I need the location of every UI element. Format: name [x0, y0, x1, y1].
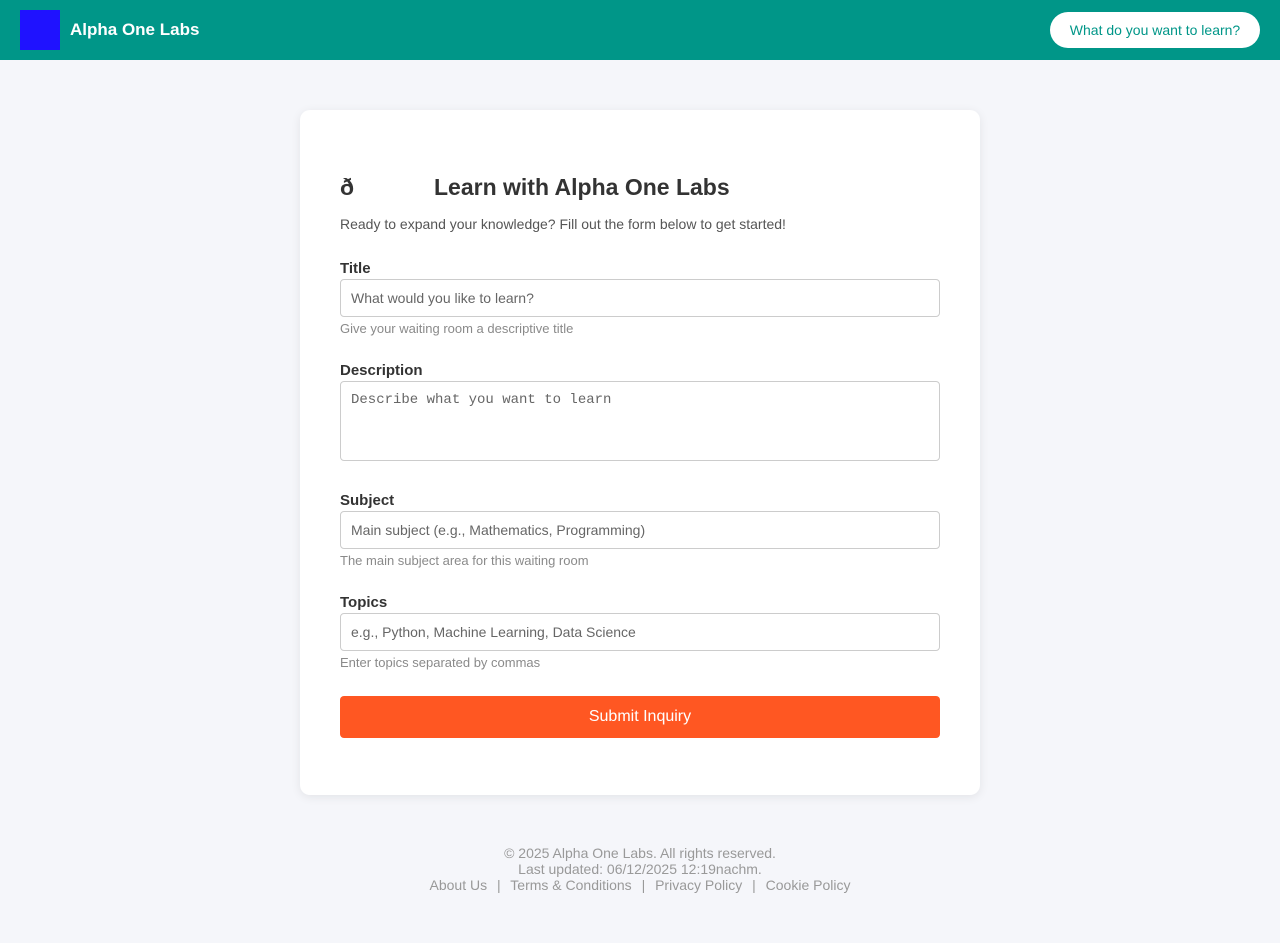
last-updated-text: Last updated: 06/12/2025 12:19nachm.: [518, 861, 762, 877]
brand-name[interactable]: Alpha One Labs: [70, 20, 199, 40]
subject-input[interactable]: [340, 511, 940, 549]
footer: © 2025 Alpha One Labs. All rights reserv…: [0, 845, 1280, 893]
about-us-link[interactable]: About Us: [430, 877, 488, 893]
brand[interactable]: Alpha One Labs: [20, 10, 199, 50]
topics-label: Topics: [340, 594, 388, 611]
copyright-text: © 2025 Alpha One Labs. All rights reserv…: [504, 845, 776, 861]
form-title: Learn with Alpha One Labs: [434, 173, 730, 200]
footer-separator: |: [752, 877, 756, 893]
title-label: Title: [340, 260, 371, 277]
cookie-policy-link[interactable]: Cookie Policy: [766, 877, 851, 893]
description-field-group: Description: [340, 362, 940, 466]
title-input[interactable]: [340, 279, 940, 317]
topics-field-group: Topics Enter topics separated by commas: [340, 594, 940, 671]
what-to-learn-button[interactable]: What do you want to learn?: [1050, 12, 1260, 48]
description-label: Description: [340, 362, 423, 379]
submit-inquiry-button[interactable]: Submit Inquiry: [340, 696, 940, 738]
form-subtitle: Ready to expand your knowledge? Fill out…: [340, 216, 786, 232]
footer-separator: |: [641, 877, 646, 893]
book-icon: ð: [340, 173, 355, 200]
topics-hint: Enter topics separated by commas: [340, 655, 541, 670]
logo-icon[interactable]: [20, 10, 60, 50]
title-hint: Give your waiting room a descriptive tit…: [340, 321, 574, 336]
description-textarea[interactable]: [340, 381, 940, 461]
inquiry-form-card: ð Learn with Alpha One Labs Ready to exp…: [300, 110, 980, 795]
privacy-policy-link[interactable]: Privacy Policy: [655, 877, 742, 893]
footer-separator: |: [497, 877, 501, 893]
topics-input[interactable]: [340, 613, 940, 651]
subject-label: Subject: [340, 492, 395, 509]
title-field-group: Title Give your waiting room a descripti…: [340, 260, 940, 337]
terms-link[interactable]: Terms & Conditions: [510, 877, 631, 893]
footer-links: About Us | Terms & Conditions | Privacy …: [0, 877, 1280, 893]
subject-field-group: Subject The main subject area for this w…: [340, 492, 940, 569]
form-heading: ð Learn with Alpha One Labs: [340, 170, 940, 204]
subject-hint: The main subject area for this waiting r…: [340, 553, 589, 568]
top-header: Alpha One Labs What do you want to learn…: [0, 0, 1280, 60]
